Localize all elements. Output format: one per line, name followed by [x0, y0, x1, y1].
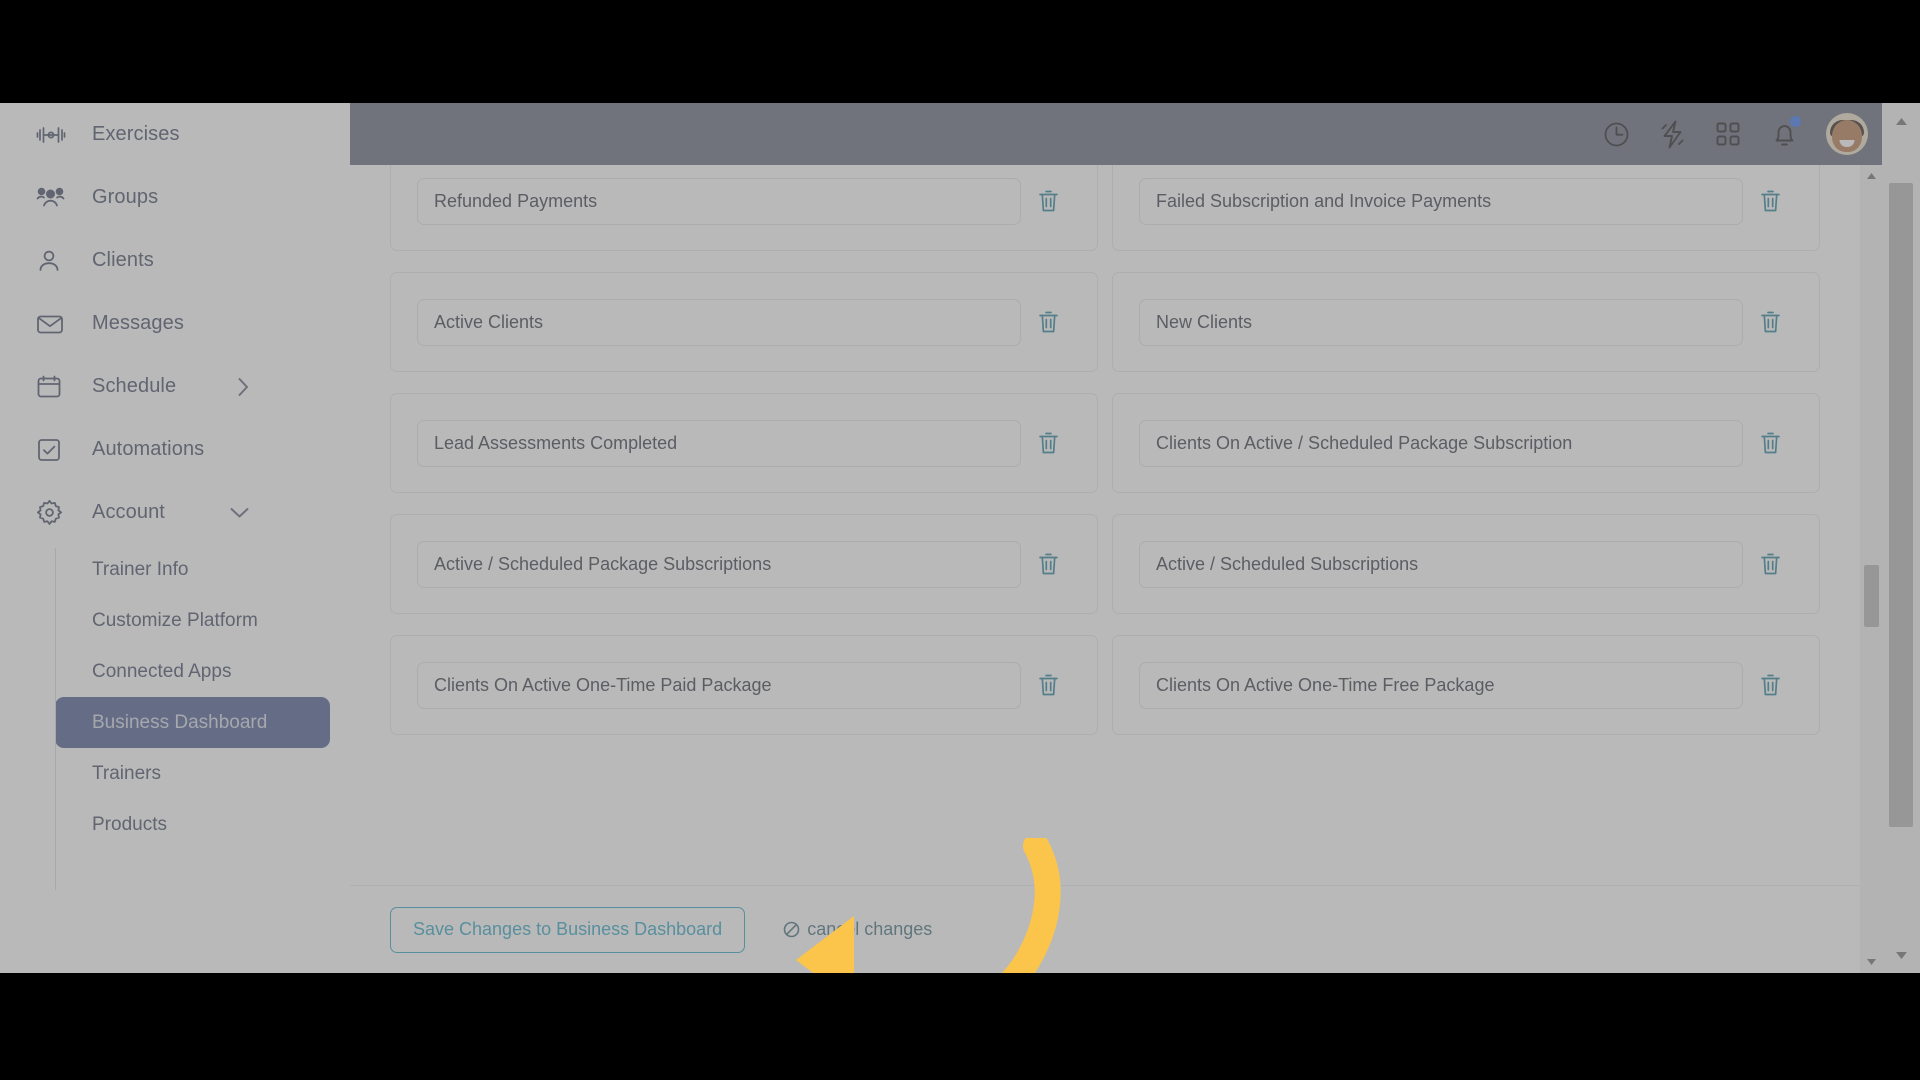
- subnav-item-label: Trainer Info: [92, 558, 189, 580]
- save-button[interactable]: Save Changes to Business Dashboard: [390, 906, 746, 953]
- metric-name-input[interactable]: [1139, 540, 1743, 588]
- sidebar-item-schedule[interactable]: Schedule: [0, 355, 350, 418]
- metric-name-input[interactable]: [417, 298, 1021, 346]
- sidebar-item-label: Account: [92, 501, 165, 523]
- main-content: Save Changes to Business Dashboard cance…: [350, 165, 1882, 973]
- trash-icon[interactable]: [1743, 299, 1797, 346]
- metric-card: [390, 635, 1098, 735]
- lightning-bolt-icon[interactable]: [1644, 103, 1700, 165]
- trash-icon[interactable]: [1743, 662, 1797, 709]
- trash-icon[interactable]: [1021, 299, 1075, 346]
- browser-scroll-up-arrow-icon[interactable]: [1882, 103, 1920, 139]
- subnav-item-label: Trainers: [92, 762, 161, 784]
- subnav-item-label: Products: [92, 813, 167, 835]
- sidebar-item-business-dashboard[interactable]: Business Dashboard: [55, 697, 330, 748]
- sidebar: Exercises Groups Clients Messages Schedu…: [0, 103, 350, 973]
- metric-name-input[interactable]: [1139, 661, 1743, 709]
- metric-name-input[interactable]: [417, 419, 1021, 467]
- cancel-changes-label: cancel changes: [807, 919, 933, 939]
- dumbbell-icon: [36, 120, 70, 150]
- metric-card: [1112, 165, 1820, 251]
- metric-card: [390, 514, 1098, 614]
- grid-apps-icon[interactable]: [1700, 103, 1756, 165]
- chevron-right-icon: [237, 376, 250, 397]
- scroll-down-arrow-icon[interactable]: [1860, 951, 1882, 973]
- sidebar-item-label: Schedule: [92, 375, 177, 397]
- metric-row: [390, 393, 1820, 514]
- account-subnav: Trainer Info Customize Platform Connecte…: [0, 544, 350, 890]
- trash-icon[interactable]: [1021, 178, 1075, 225]
- metric-row: [390, 272, 1820, 393]
- no-entry-icon: [783, 921, 800, 938]
- sidebar-item-label: Clients: [92, 249, 154, 271]
- metric-name-input[interactable]: [1139, 419, 1743, 467]
- sidebar-item-automations[interactable]: Automations: [0, 418, 350, 481]
- history-clock-icon[interactable]: [1588, 103, 1644, 165]
- notification-badge: [1790, 116, 1801, 127]
- cancel-changes-link[interactable]: cancel changes: [783, 919, 932, 940]
- content-scrollbar-thumb[interactable]: [1864, 565, 1879, 627]
- browser-scrollbar[interactable]: [1882, 103, 1920, 973]
- avatar[interactable]: [1826, 113, 1868, 155]
- metric-name-input[interactable]: [417, 540, 1021, 588]
- metric-row: [390, 635, 1820, 756]
- chevron-down-icon: [229, 506, 250, 519]
- bell-notification-icon[interactable]: [1756, 103, 1812, 165]
- metric-card: [1112, 635, 1820, 735]
- sidebar-item-connected-apps[interactable]: Connected Apps: [55, 646, 330, 697]
- trash-icon[interactable]: [1021, 541, 1075, 588]
- person-icon: [36, 246, 70, 276]
- sidebar-item-trainers[interactable]: Trainers: [55, 748, 330, 799]
- browser-scrollbar-thumb[interactable]: [1889, 183, 1913, 827]
- metrics-list: [350, 165, 1860, 756]
- envelope-icon: [36, 309, 70, 339]
- metric-card: [390, 165, 1098, 251]
- trash-icon[interactable]: [1021, 662, 1075, 709]
- trash-icon[interactable]: [1021, 420, 1075, 467]
- screen-frame: Exercises Groups Clients Messages Schedu…: [0, 0, 1920, 1080]
- trash-icon[interactable]: [1743, 541, 1797, 588]
- sidebar-item-customize-platform[interactable]: Customize Platform: [55, 595, 330, 646]
- sidebar-item-account[interactable]: Account: [0, 481, 350, 544]
- metric-row: [390, 514, 1820, 635]
- sidebar-item-label: Messages: [92, 312, 184, 334]
- metric-name-input[interactable]: [1139, 177, 1743, 225]
- sidebar-item-groups[interactable]: Groups: [0, 166, 350, 229]
- subnav-item-label: Connected Apps: [92, 660, 232, 682]
- gear-icon: [36, 498, 70, 528]
- metric-name-input[interactable]: [417, 177, 1021, 225]
- metric-card: [1112, 393, 1820, 493]
- sidebar-item-label: Exercises: [92, 123, 180, 145]
- scroll-up-arrow-icon[interactable]: [1860, 165, 1882, 187]
- metric-card: [1112, 272, 1820, 372]
- subnav-item-label: Business Dashboard: [92, 711, 268, 733]
- people-group-icon: [36, 183, 70, 213]
- metric-card: [1112, 514, 1820, 614]
- browser-scroll-down-arrow-icon[interactable]: [1882, 937, 1920, 973]
- top-header-bar: [350, 103, 1882, 165]
- metric-name-input[interactable]: [1139, 298, 1743, 346]
- subnav-item-label: Customize Platform: [92, 609, 258, 631]
- metric-name-input[interactable]: [417, 661, 1021, 709]
- sidebar-item-trainer-info[interactable]: Trainer Info: [55, 544, 330, 595]
- sidebar-item-label: Automations: [92, 438, 205, 460]
- browser-viewport: Exercises Groups Clients Messages Schedu…: [0, 103, 1920, 973]
- sidebar-item-messages[interactable]: Messages: [0, 292, 350, 355]
- sidebar-item-label: Groups: [92, 186, 159, 208]
- content-scrollbar[interactable]: [1860, 165, 1882, 973]
- metrics-scroll-pane: [350, 165, 1860, 973]
- calendar-icon: [36, 372, 70, 402]
- form-action-bar: Save Changes to Business Dashboard cance…: [350, 885, 1860, 973]
- metric-row: [390, 165, 1820, 272]
- checkbox-icon: [36, 435, 70, 465]
- trash-icon[interactable]: [1743, 420, 1797, 467]
- trash-icon[interactable]: [1743, 178, 1797, 225]
- sidebar-item-clients[interactable]: Clients: [0, 229, 350, 292]
- sidebar-item-exercises[interactable]: Exercises: [0, 103, 350, 166]
- metric-card: [390, 272, 1098, 372]
- metric-card: [390, 393, 1098, 493]
- sidebar-item-products[interactable]: Products: [55, 799, 330, 850]
